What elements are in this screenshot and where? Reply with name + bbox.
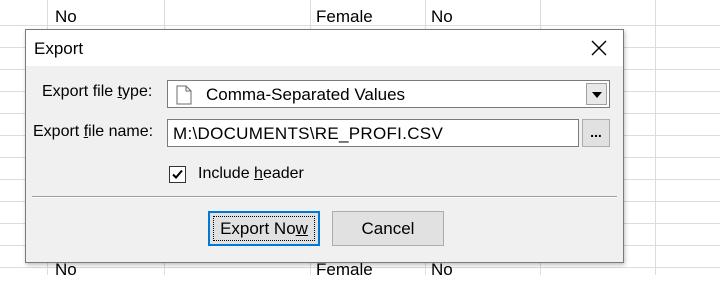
- file-name-input[interactable]: M:\DOCUMENTS\RE_PROFI.CSV: [167, 119, 579, 147]
- dialog-title: Export: [34, 39, 84, 58]
- include-header-label[interactable]: Include header: [198, 165, 304, 183]
- dialog-titlebar[interactable]: Export: [26, 30, 623, 66]
- table-cell: Female: [316, 7, 373, 26]
- include-header-checkbox[interactable]: [169, 166, 186, 183]
- table-row: No Female No: [0, 4, 720, 26]
- file-type-label: Export file type:: [42, 83, 153, 100]
- file-name-value: M:\DOCUMENTS\RE_PROFI.CSV: [173, 124, 444, 143]
- export-now-label: Export Now: [220, 219, 308, 238]
- dropdown-button[interactable]: [586, 83, 607, 105]
- table-cell: No: [431, 7, 453, 26]
- document-icon: [176, 85, 192, 105]
- file-type-value: Comma-Separated Values: [206, 85, 406, 104]
- cancel-label: Cancel: [361, 219, 415, 238]
- export-now-button[interactable]: Export Now: [208, 211, 320, 246]
- checkmark-icon: [172, 169, 183, 179]
- file-name-label: Export file name:: [33, 123, 154, 140]
- browse-button[interactable]: ...: [582, 119, 610, 147]
- chevron-down-icon: [592, 92, 602, 98]
- table-cell: No: [55, 7, 77, 26]
- export-dialog: Export Export file type: Comma-Separated…: [25, 29, 624, 263]
- separator: [32, 196, 617, 198]
- close-icon[interactable]: [589, 38, 609, 58]
- cancel-button[interactable]: Cancel: [332, 211, 444, 246]
- file-type-select[interactable]: Comma-Separated Values: [167, 80, 610, 108]
